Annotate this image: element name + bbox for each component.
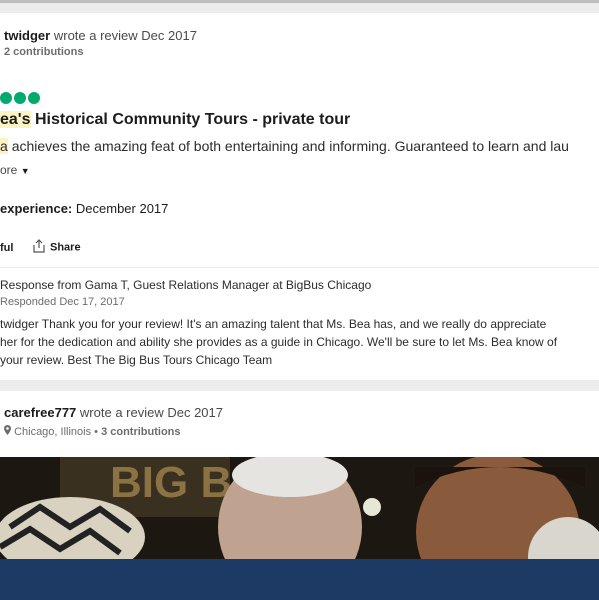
top-border xyxy=(0,0,599,3)
response-line: her for the dedication and ability she p… xyxy=(0,335,558,349)
location-pin-icon xyxy=(4,425,14,438)
contributions-text: 3 contributions xyxy=(101,426,181,438)
chevron-down-icon: ▼ xyxy=(20,166,30,176)
rating-dot xyxy=(28,92,40,104)
share-icon xyxy=(32,239,46,256)
username-link[interactable]: twidger xyxy=(4,28,50,43)
reviewer-meta: Chicago, Illinois • 3 contributions xyxy=(4,425,181,438)
contributions-count: 2 contributions xyxy=(4,46,83,58)
body-highlight: a xyxy=(0,138,8,154)
owner-response: Response from Gama T, Guest Relations Ma… xyxy=(0,268,599,380)
reviewer-location: Chicago, Illinois xyxy=(14,426,92,438)
username-link[interactable]: carefree777 xyxy=(4,405,76,420)
review-card: twidger wrote a review Dec 2017 2 contri… xyxy=(0,13,599,267)
review-author-line: twidger wrote a review Dec 2017 xyxy=(4,28,197,43)
review-body: a achieves the amazing feat of both ente… xyxy=(0,138,569,154)
review-title[interactable]: ea's Historical Community Tours - privat… xyxy=(0,111,350,129)
read-more-label: ore xyxy=(0,163,18,177)
review-action-text: wrote a review Dec 2017 xyxy=(53,28,197,43)
title-text: Historical Community Tours - private tou… xyxy=(34,111,351,128)
date-of-experience: experience: December 2017 xyxy=(0,201,168,216)
response-line: your review. Best The Big Bus Tours Chic… xyxy=(0,353,273,367)
rating-dot xyxy=(0,92,12,104)
footer-bar xyxy=(0,559,599,600)
rating-dot xyxy=(14,92,26,104)
response-date: Responded Dec 17, 2017 xyxy=(0,296,125,308)
body-text: achieves the amazing feat of both entert… xyxy=(11,138,569,154)
read-more-link[interactable]: ore ▼ xyxy=(0,163,30,177)
title-highlight: ea's xyxy=(0,111,31,128)
review-author-line: carefree777 wrote a review Dec 2017 xyxy=(4,405,223,420)
share-button[interactable]: Share xyxy=(32,239,81,256)
contributions-text: 2 contributions xyxy=(4,46,84,58)
helpful-label: ful xyxy=(0,242,14,254)
response-line: twidger Thank you for your review! It's … xyxy=(0,317,547,331)
bubble-rating xyxy=(0,91,42,104)
review-action-text: wrote a review Dec 2017 xyxy=(79,405,223,420)
response-header: Response from Gama T, Guest Relations Ma… xyxy=(0,278,372,292)
sign-text: BIG B xyxy=(110,458,232,507)
helpful-button[interactable]: ful xyxy=(0,242,13,254)
experience-label: experience: xyxy=(0,201,73,216)
experience-value: December 2017 xyxy=(75,201,169,216)
share-label: Share xyxy=(50,241,81,254)
